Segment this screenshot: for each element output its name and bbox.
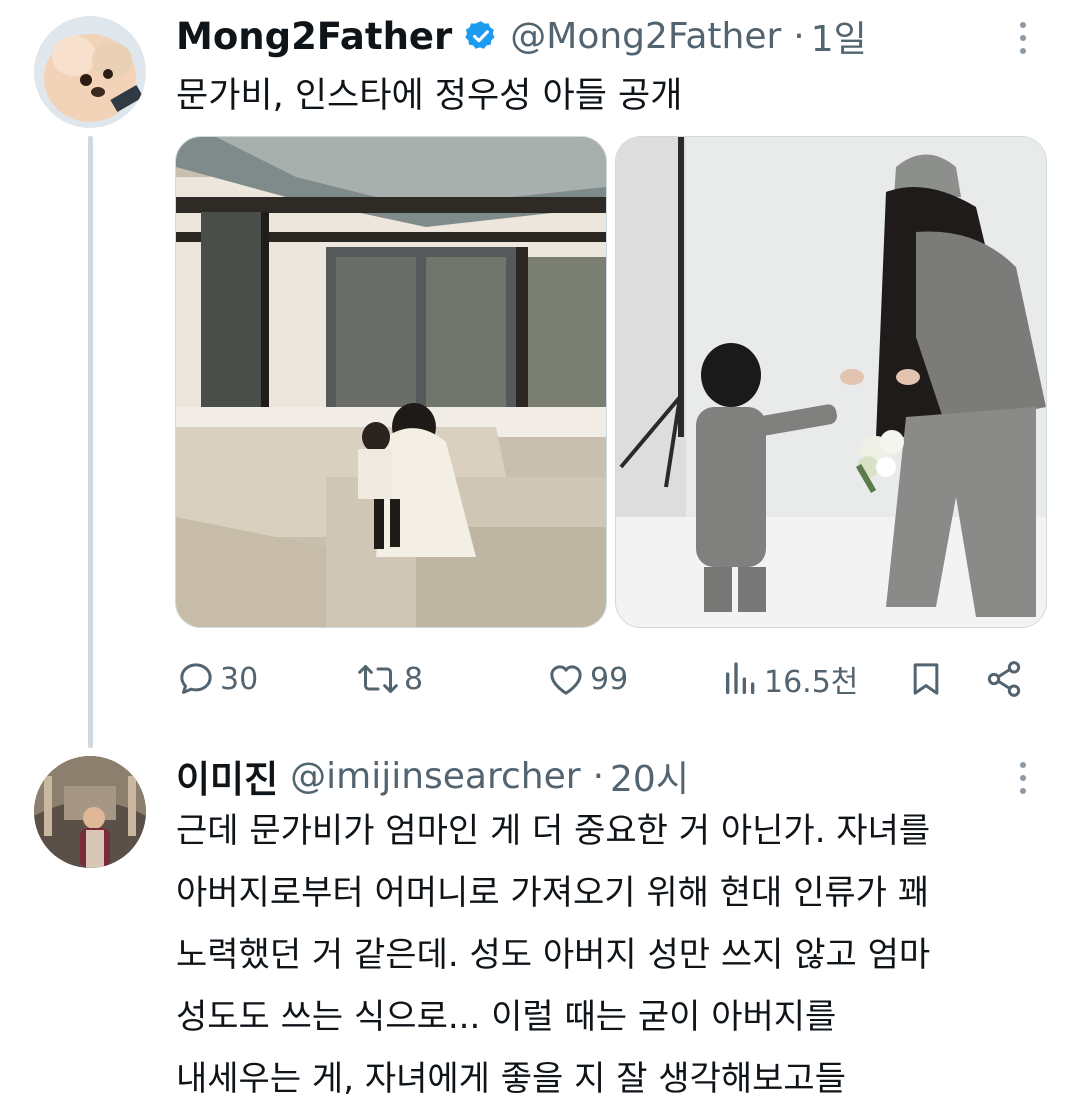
verified-badge-icon [465, 21, 495, 49]
separator: · [793, 15, 805, 57]
thread-line [88, 136, 93, 748]
studio-flowers-photo[interactable] [615, 136, 1047, 628]
share-icon [987, 661, 1021, 697]
handle[interactable]: @Mong2Father [510, 16, 781, 57]
reply-bubble-icon [180, 663, 212, 694]
like-count: 99 [590, 661, 629, 697]
bookmark-icon [913, 663, 939, 695]
display-name[interactable]: 이미진 [176, 749, 278, 803]
more-options-icon[interactable] [1018, 22, 1028, 61]
reply-text-line: 성도도 쓰는 식으로... 이럴 때는 굳이 아버지를 [176, 997, 837, 1037]
reply-text-line: 노력했던 거 같은데. 성도 아버지 성만 쓰지 않고 엄마 [176, 935, 931, 975]
hanok-courtyard-photo-image [176, 137, 606, 627]
separator: · [592, 755, 605, 797]
avatar-mong2father[interactable] [34, 16, 146, 128]
timestamp[interactable]: 20시 [610, 750, 689, 802]
reply-count: 30 [220, 661, 259, 697]
views-button[interactable]: 16.5천 [722, 652, 858, 706]
like-button[interactable]: 99 [546, 652, 628, 706]
person-in-arcade-icon [34, 756, 146, 868]
heart-icon [550, 665, 582, 695]
reply-text-line: 아버지로부터 어머니로 가져오기 위해 현대 인류가 꽤 [176, 873, 930, 913]
retweet-button[interactable]: 8 [356, 652, 423, 706]
more-options-icon[interactable] [1018, 762, 1028, 801]
reply-button[interactable]: 30 [176, 652, 258, 706]
bookmark-button[interactable] [906, 652, 946, 706]
retweet-icon [358, 665, 398, 693]
reply-text-line: 내세우는 게, 자녀에게 좋을 지 잘 생각해보고들 [176, 1059, 846, 1099]
reply-text: 근데 문가비가 엄마인 게 더 중요한 거 아닌가. 자녀를 아버지로부터 어머… [176, 800, 1056, 1110]
views-chart-icon [726, 662, 755, 694]
view-count: 16.5천 [764, 665, 859, 700]
timestamp[interactable]: 1일 [811, 10, 867, 62]
hanok-courtyard-photo[interactable] [175, 136, 607, 628]
tweet-text: 문가비, 인스타에 정우성 아들 공개 [176, 76, 683, 116]
studio-flowers-photo-image [616, 137, 1046, 627]
pomeranian-dog-icon [34, 16, 146, 128]
reply-text-line: 근데 문가비가 엄마인 게 더 중요한 거 아닌가. 자녀를 [176, 811, 931, 851]
avatar-imijinsearcher[interactable] [34, 756, 146, 868]
share-button[interactable] [984, 652, 1024, 706]
retweet-count: 8 [404, 661, 424, 697]
handle[interactable]: @imijinsearcher [290, 756, 580, 797]
display-name[interactable]: Mong2Father [176, 15, 452, 58]
